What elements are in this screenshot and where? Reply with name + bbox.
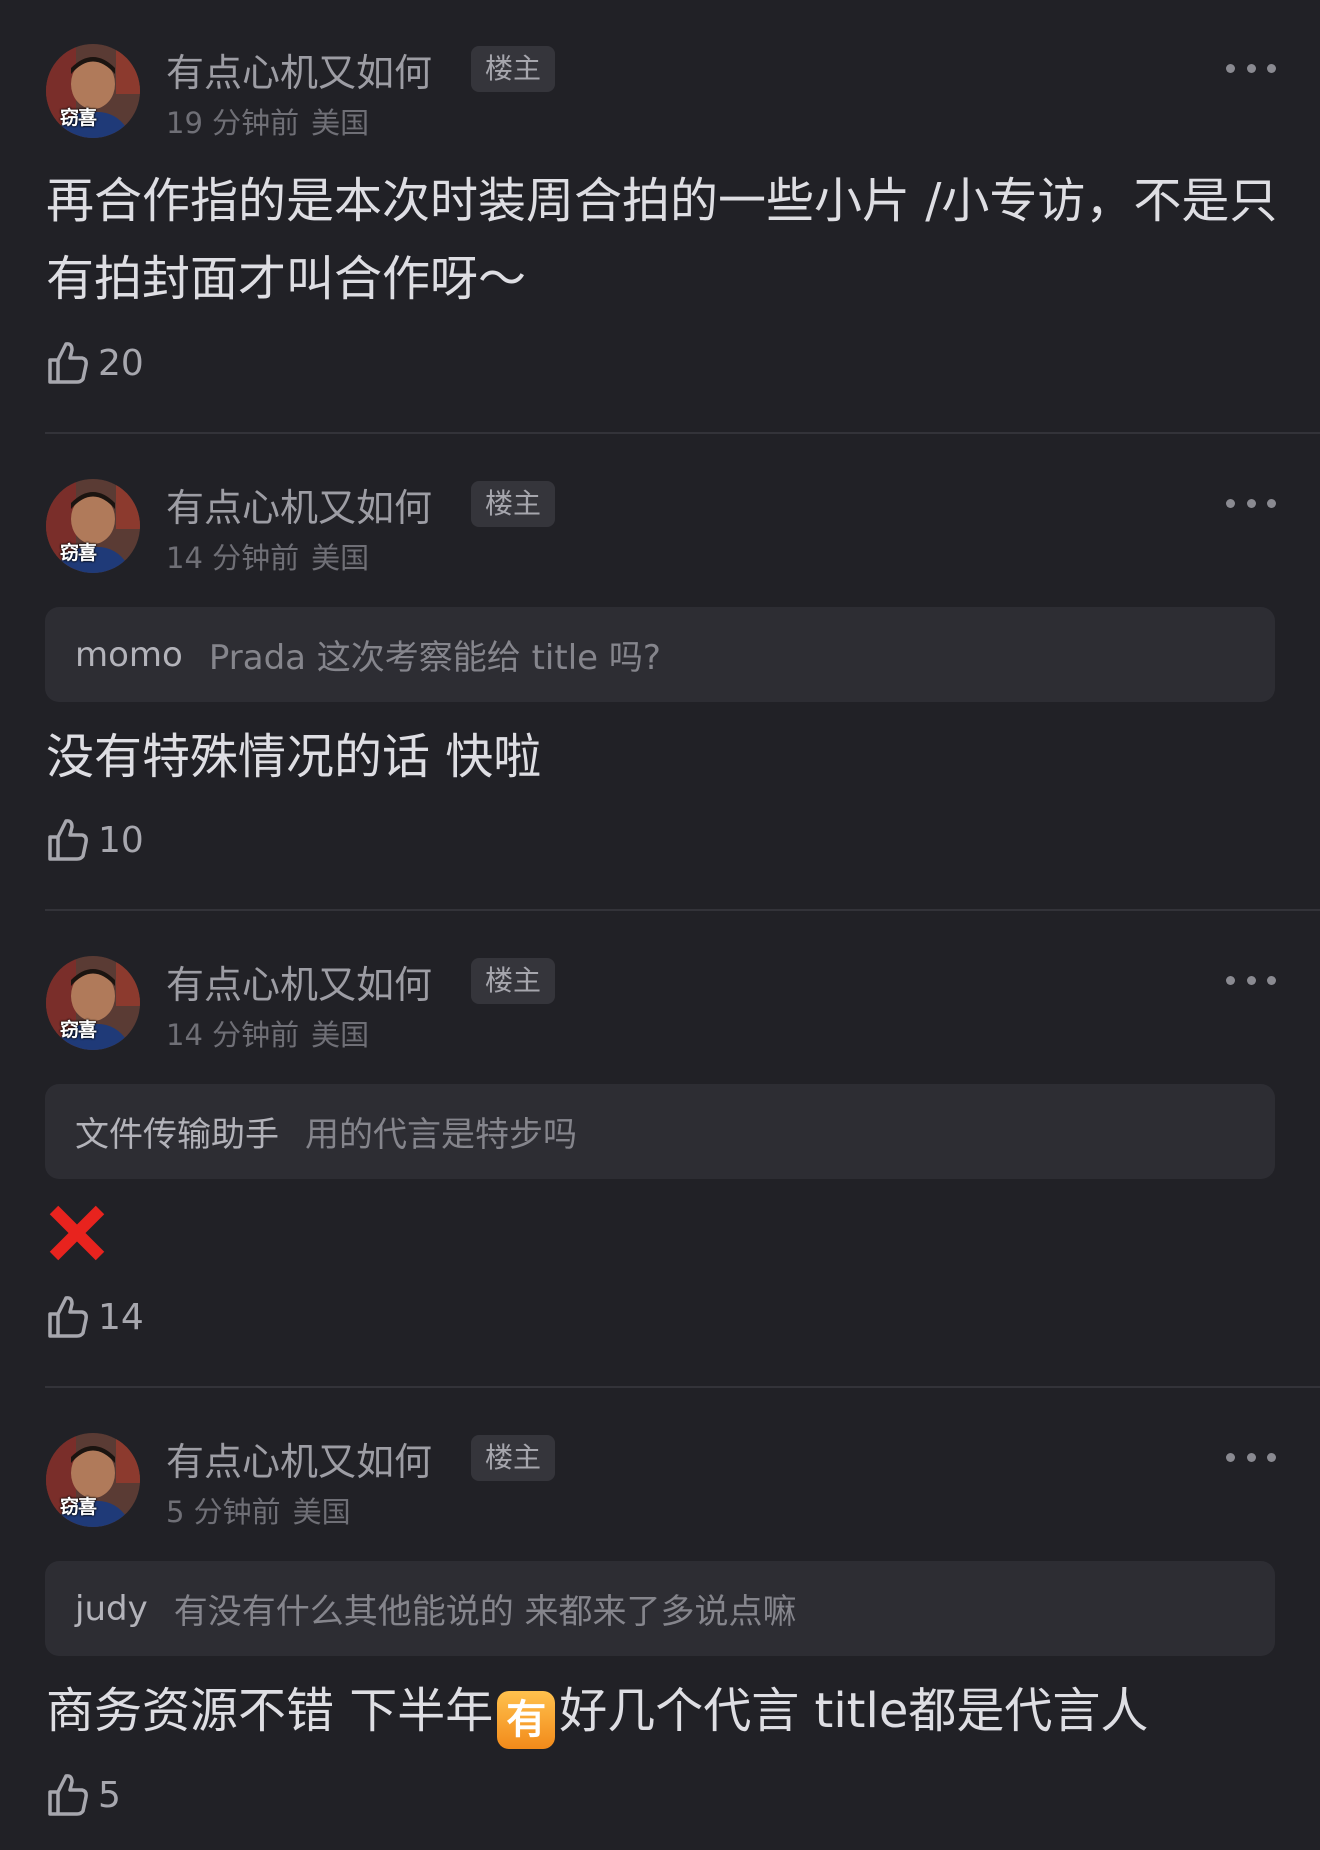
thumbs-up-icon [48, 342, 88, 384]
comment-text: 没有特殊情况的话 快啦 [46, 729, 542, 785]
avatar-caption: 窃喜 [60, 107, 97, 129]
comment-text: 再合作指的是本次时装周合拍的一些小片 /小专访，不是只有拍封面才叫合作呀～ [46, 173, 1278, 307]
you-badge-icon: 有 [497, 1691, 556, 1749]
avatar[interactable]: 窃喜 [46, 956, 140, 1050]
dot-icon [1267, 498, 1276, 508]
thumbs-up-icon [48, 1774, 88, 1816]
like-count: 10 [98, 819, 144, 861]
dot-icon [1226, 975, 1235, 985]
op-badge: 楼主 [471, 46, 555, 92]
avatar[interactable]: 窃喜 [46, 479, 140, 573]
quoted-reply[interactable]: 文件传输助手 用的代言是特步吗 [45, 1084, 1275, 1179]
comment-meta: 19 分钟前 美国 [166, 100, 369, 142]
like-count: 14 [98, 1296, 144, 1338]
comment-meta: 5 分钟前 美国 [166, 1489, 351, 1531]
red-cross-mark-icon [49, 1205, 105, 1261]
dot-icon [1246, 498, 1256, 508]
dot-icon [1267, 63, 1276, 73]
dot-icon [1246, 63, 1256, 73]
quoted-reply[interactable]: momo Prada 这次考察能给 title 吗? [45, 607, 1275, 702]
like-button[interactable]: 10 [46, 815, 144, 865]
more-options-button[interactable] [1226, 1445, 1276, 1469]
divider [45, 432, 1320, 434]
more-options-button[interactable] [1226, 56, 1276, 80]
dot-icon [1226, 1452, 1235, 1462]
like-button[interactable]: 20 [46, 338, 144, 388]
quoted-text: Prada 这次考察能给 title 吗? [208, 638, 661, 678]
quoted-reply[interactable]: judy 有没有什么其他能说的 来都来了多说点嘛 [45, 1561, 1275, 1656]
op-badge: 楼主 [471, 1435, 555, 1481]
avatar-caption: 窃喜 [60, 1496, 97, 1518]
location: 美国 [292, 1495, 351, 1529]
location: 美国 [311, 1018, 370, 1052]
avatar-caption: 窃喜 [60, 1019, 97, 1041]
timestamp: 19 分钟前 [166, 106, 300, 140]
quoted-text: 用的代言是特步吗 [305, 1115, 577, 1155]
divider [45, 1386, 1320, 1388]
location: 美国 [311, 541, 370, 575]
dot-icon [1226, 63, 1235, 73]
dot-icon [1246, 975, 1256, 985]
quoted-username: 文件传输助手 [75, 1115, 279, 1155]
like-count: 20 [98, 342, 144, 384]
like-count: 5 [98, 1774, 121, 1816]
comment-meta: 14 分钟前 美国 [166, 535, 369, 577]
divider [45, 909, 1320, 911]
username[interactable]: 有点心机又如何 [166, 954, 432, 1009]
quoted-username: judy [75, 1588, 148, 1629]
avatar[interactable]: 窃喜 [46, 44, 140, 138]
dot-icon [1226, 498, 1235, 508]
more-options-button[interactable] [1226, 491, 1276, 515]
dot-icon [1267, 1452, 1276, 1462]
comment-text-part: 商务资源不错 下半年 [46, 1683, 494, 1739]
thumbs-up-icon [48, 819, 88, 861]
dot-icon [1246, 1452, 1256, 1462]
quoted-text: 有没有什么其他能说的 来都来了多说点嘛 [173, 1592, 797, 1632]
more-options-button[interactable] [1226, 968, 1276, 992]
timestamp: 14 分钟前 [166, 541, 300, 575]
quoted-username: momo [75, 634, 183, 675]
comment-text-part: 好几个代言 title都是代言人 [559, 1683, 1149, 1739]
avatar-caption: 窃喜 [60, 542, 97, 564]
dot-icon [1267, 975, 1276, 985]
op-badge: 楼主 [471, 958, 555, 1004]
thumbs-up-icon [48, 1296, 88, 1338]
username[interactable]: 有点心机又如何 [166, 1431, 432, 1486]
timestamp: 14 分钟前 [166, 1018, 300, 1052]
username[interactable]: 有点心机又如何 [166, 477, 432, 532]
location: 美国 [311, 106, 370, 140]
like-button[interactable]: 14 [46, 1292, 144, 1342]
avatar[interactable]: 窃喜 [46, 1433, 140, 1527]
username[interactable]: 有点心机又如何 [166, 42, 432, 97]
comment-text: 商务资源不错 下半年有好几个代言 title都是代言人 [46, 1672, 1286, 1750]
comment-meta: 14 分钟前 美国 [166, 1012, 369, 1054]
op-badge: 楼主 [471, 481, 555, 527]
like-button[interactable]: 5 [46, 1770, 121, 1820]
timestamp: 5 分钟前 [166, 1495, 281, 1529]
